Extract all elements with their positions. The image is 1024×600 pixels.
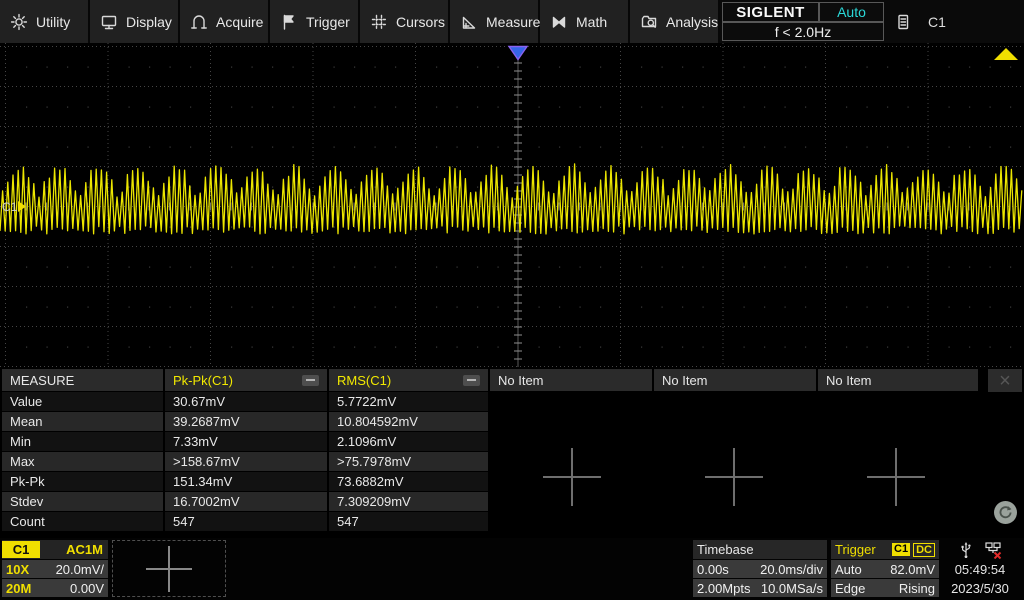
c1-waveform-trace bbox=[0, 164, 1022, 234]
menu-item-math[interactable]: Math bbox=[540, 0, 630, 43]
active-channel-label: C1 bbox=[928, 14, 946, 30]
add-measurement-button[interactable] bbox=[867, 448, 925, 506]
measure-header-row: MEASURE Pk-Pk(C1) RMS(C1) No Item No Ite… bbox=[2, 369, 978, 391]
menu-bar: Utility Display Acquire Trigger Cursors … bbox=[0, 0, 1024, 45]
gear-icon bbox=[10, 13, 28, 31]
measure-column-empty-3[interactable]: No Item bbox=[818, 369, 978, 391]
notes-icon bbox=[894, 13, 912, 31]
brand-status-panel: SIGLENT Auto f < 2.0Hz bbox=[722, 2, 884, 41]
measurement-panel: MEASURE Pk-Pk(C1) RMS(C1) No Item No Ite… bbox=[0, 368, 1024, 538]
measure-row-stdev: Stdev16.7002mV7.309209mV bbox=[2, 492, 488, 511]
channel-offset: 0.00V bbox=[70, 581, 104, 596]
time-per-div: 20.0ms/div bbox=[760, 562, 823, 577]
crosshatch-icon bbox=[370, 13, 388, 31]
menu-item-label: Analysis bbox=[666, 14, 718, 30]
menu-item-utility[interactable]: Utility bbox=[0, 0, 90, 43]
close-measure-panel-button[interactable]: × bbox=[988, 369, 1022, 392]
menu-item-label: Measure bbox=[486, 14, 540, 30]
menu-item-acquire[interactable]: Acquire bbox=[180, 0, 270, 43]
lan-disconnected-icon[interactable] bbox=[984, 541, 1002, 559]
measure-title: MEASURE bbox=[2, 369, 163, 391]
trigger-source-chip: C1 bbox=[892, 543, 910, 556]
reset-statistics-button[interactable] bbox=[994, 501, 1017, 524]
trigger-level: 82.0mV bbox=[890, 562, 935, 577]
menu-item-cursors[interactable]: Cursors bbox=[360, 0, 450, 43]
menu-item-analysis[interactable]: Analysis bbox=[630, 0, 720, 43]
sample-rate: 10.0MSa/s bbox=[761, 581, 823, 596]
arch-icon bbox=[190, 13, 208, 31]
plus-icon bbox=[146, 546, 192, 592]
remove-measure-icon[interactable] bbox=[302, 375, 319, 386]
waveform-display-area[interactable]: C1 bbox=[0, 43, 1024, 367]
scope-canvas[interactable]: C1 bbox=[0, 43, 1024, 367]
display-icon bbox=[100, 13, 118, 31]
menu-item-measure[interactable]: Measure bbox=[450, 0, 540, 43]
trigger-descriptor[interactable]: Trigger C1 DC Auto 82.0mV Edge Rising bbox=[831, 540, 939, 597]
probe-attenuation: 10X bbox=[6, 562, 29, 577]
measure-row-max: Max>158.67mV>75.7978mV bbox=[2, 452, 488, 471]
oscilloscope-screen: Utility Display Acquire Trigger Cursors … bbox=[0, 0, 1024, 600]
trigger-mode: Auto bbox=[835, 562, 862, 577]
measure-row-value: Value30.67mV5.7722mV bbox=[2, 392, 488, 411]
remove-measure-icon[interactable] bbox=[463, 375, 480, 386]
measure-column-empty-2[interactable]: No Item bbox=[654, 369, 816, 391]
menu-item-label: Display bbox=[126, 14, 172, 30]
trigger-slope: Rising bbox=[899, 581, 935, 596]
trigger-level-marker[interactable] bbox=[994, 48, 1018, 60]
trigger-coupling-chip: DC bbox=[913, 543, 935, 557]
measure-column-rms[interactable]: RMS(C1) bbox=[329, 369, 488, 391]
trigger-title: Trigger bbox=[835, 542, 876, 557]
add-measurement-button[interactable] bbox=[705, 448, 763, 506]
measure-row-pkpk: Pk-Pk151.34mV73.6882mV bbox=[2, 472, 488, 491]
clock-date[interactable]: 2023/5/30 bbox=[938, 579, 1022, 598]
flag-icon bbox=[280, 13, 298, 31]
measure-row-min: Min7.33mV2.1096mV bbox=[2, 432, 488, 451]
usb-icon[interactable] bbox=[958, 541, 974, 559]
channel-1-descriptor[interactable]: C1 AC1M 10X 20.0mV/ 20M 0.00V bbox=[2, 540, 108, 597]
menu-item-label: Math bbox=[576, 14, 607, 30]
channel-name-tab[interactable]: C1 bbox=[2, 541, 40, 558]
trigger-position-marker[interactable] bbox=[509, 47, 527, 60]
menu-item-trigger[interactable]: Trigger bbox=[270, 0, 360, 43]
timebase-title: Timebase bbox=[697, 542, 754, 557]
measure-row-count: Count547547 bbox=[2, 512, 488, 531]
menu-item-label: Acquire bbox=[216, 14, 263, 30]
siglent-logo: SIGLENT bbox=[722, 2, 819, 22]
timebase-descriptor[interactable]: Timebase 0.00s 20.0ms/div 2.00Mpts 10.0M… bbox=[693, 540, 827, 597]
refresh-icon bbox=[998, 505, 1013, 520]
set-square-icon bbox=[460, 13, 478, 31]
channel-position-label[interactable]: C1 bbox=[2, 200, 18, 214]
trigger-delay: 0.00s bbox=[697, 562, 729, 577]
trigger-frequency-readout: f < 2.0Hz bbox=[722, 22, 884, 41]
menu-item-label: Cursors bbox=[396, 14, 445, 30]
menu-items: Utility Display Acquire Trigger Cursors … bbox=[0, 0, 720, 43]
bandwidth-limit: 20M bbox=[6, 581, 31, 596]
trigger-type: Edge bbox=[835, 581, 865, 596]
bowtie-icon bbox=[550, 13, 568, 31]
system-status: 05:49:54 2023/5/30 bbox=[938, 538, 1022, 598]
add-channel-button[interactable] bbox=[112, 540, 226, 597]
bottom-status-bar: C1 AC1M 10X 20.0mV/ 20M 0.00V Timebase 0… bbox=[0, 538, 1024, 600]
close-icon: × bbox=[999, 371, 1011, 391]
volts-per-div: 20.0mV/ bbox=[56, 562, 104, 577]
menu-item-label: Trigger bbox=[306, 14, 350, 30]
clock-time[interactable]: 05:49:54 bbox=[938, 560, 1022, 579]
add-measurement-button[interactable] bbox=[543, 448, 601, 506]
measure-column-empty-1[interactable]: No Item bbox=[490, 369, 652, 391]
measure-row-mean: Mean39.2687mV10.804592mV bbox=[2, 412, 488, 431]
memory-depth: 2.00Mpts bbox=[697, 581, 750, 596]
acquisition-mode-badge[interactable]: Auto bbox=[819, 2, 884, 22]
measure-column-pkpk[interactable]: Pk-Pk(C1) bbox=[165, 369, 327, 391]
folder-search-icon bbox=[640, 13, 658, 31]
active-channel-indicator[interactable]: C1 bbox=[890, 0, 946, 43]
menu-item-label: Utility bbox=[36, 14, 70, 30]
channel-coupling: AC1M bbox=[66, 542, 108, 557]
menu-item-display[interactable]: Display bbox=[90, 0, 180, 43]
